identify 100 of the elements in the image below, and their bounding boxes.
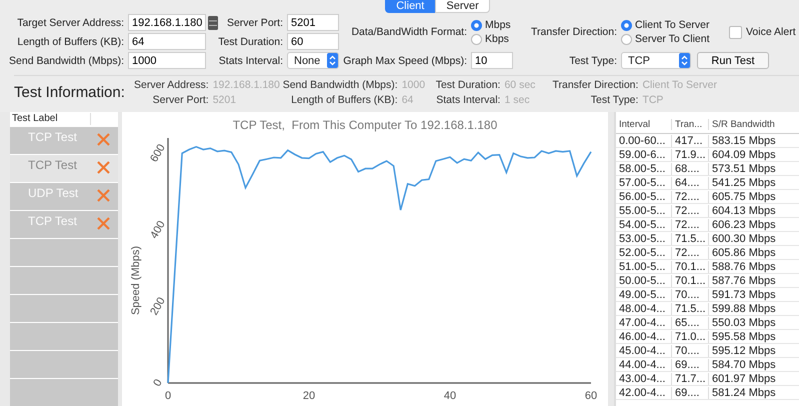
input-field[interactable]: 10 (471, 52, 513, 69)
chevron-icon (328, 54, 337, 67)
field-label: Data/BandWidth Format: (351, 26, 467, 38)
table-cell: 70.1... (672, 274, 709, 286)
table-cell: 71.5... (672, 232, 709, 244)
table-cell: 69.... (672, 358, 709, 370)
table-cell-text: 601.97 Mbps (711, 372, 777, 384)
table-cell-text: 591.73 Mbps (711, 288, 777, 300)
table-cell: 52.00-5... (616, 246, 672, 258)
table-cell-text: 600.30 Mbps (711, 232, 777, 244)
table-cell: 48.00-4... (616, 302, 672, 314)
table-cell: 55.00-5... (616, 204, 672, 216)
table-cell: 42.00-4... (616, 386, 672, 398)
table-cell: 71.9... (672, 148, 709, 160)
info-value: 192.168.1.180 (212, 79, 279, 91)
input-field[interactable]: 5201 (287, 14, 339, 31)
axis-title: Speed (Mbps) (130, 246, 142, 316)
delete-icon[interactable] (97, 216, 110, 230)
chart-title: TCP Test, From This Computer To 192.168.1.180 (232, 118, 498, 132)
table-cell-text: 541.25 Mbps (711, 176, 777, 188)
axis-tick-label: 200 (148, 296, 168, 318)
radio-button[interactable] (471, 20, 482, 30)
table-cell-text: 605.75 Mbps (711, 190, 777, 202)
input-field[interactable]: 64 (128, 33, 206, 50)
table-cell-text: 599.88 Mbps (711, 302, 777, 314)
table-cell: 56.00-5... (616, 190, 672, 202)
table-cell: 57.00-5... (616, 176, 672, 188)
table-cell: 50.00-5... (616, 274, 672, 286)
table-cell: 53.00-5... (616, 232, 672, 244)
table-cell: 58.00-5... (616, 162, 672, 174)
table-cell: 71.0... (672, 330, 709, 342)
delete-icon[interactable] (97, 188, 110, 202)
table-cell-text: 583.15 Mbps (711, 134, 777, 146)
table-cell: 70.1... (672, 260, 709, 272)
info-label: Transfer Direction: (552, 79, 638, 91)
radio-label[interactable]: Client To Server (635, 19, 710, 31)
info-label: Server Port: (152, 94, 209, 106)
radio-button[interactable] (621, 20, 632, 30)
input-field[interactable]: 192.168.1.180 (128, 14, 206, 31)
table-cell: 70.... (672, 344, 709, 356)
checkbox-label[interactable]: Voice Alert (746, 26, 796, 38)
radio-button[interactable] (471, 34, 482, 44)
field-label: Length of Buffers (KB): (17, 36, 124, 48)
info-label: Test Type: (590, 94, 638, 106)
radio-label[interactable]: Mbps (485, 19, 511, 31)
table-cell: 54.00-5... (616, 218, 672, 230)
input-field[interactable]: 1000 (128, 52, 206, 69)
column-header[interactable]: S/R Bandwidth (709, 119, 799, 130)
mode-tab[interactable]: Client (385, 0, 436, 13)
table-cell: 43.00-4... (616, 372, 672, 384)
table-cell: 72.... (672, 204, 709, 216)
table-cell-text: 605.86 Mbps (711, 246, 777, 258)
field-label: Transfer Direction: (531, 26, 617, 38)
table-cell-text: 584.70 Mbps (711, 358, 777, 370)
delete-icon[interactable] (97, 132, 110, 146)
table-cell: 72.... (672, 190, 709, 202)
checkbox[interactable] (729, 26, 742, 38)
table-cell-text: 595.12 Mbps (711, 344, 777, 356)
axis-tick-label: 60 (584, 390, 598, 402)
info-label: Stats Interval: (436, 94, 500, 106)
table-cell: 0.00-60... (616, 134, 672, 146)
axis-tick-label: 600 (148, 142, 168, 164)
table-cell: 417... (672, 134, 709, 146)
axis-tick-label: 20 (302, 390, 316, 402)
info-value: 1000 (402, 79, 426, 91)
mode-tab[interactable]: Server (435, 0, 490, 13)
info-value: 60 sec (504, 79, 536, 91)
info-label: Send Bandwidth (Mbps): (282, 79, 398, 91)
axis-tick-label: 400 (148, 218, 168, 241)
field-label: Test Duration: (218, 36, 283, 48)
dropdown[interactable]: TCP (621, 52, 691, 69)
delete-icon[interactable] (97, 160, 110, 174)
field-label: Server Port: (226, 16, 283, 28)
radio-label[interactable]: Server To Client (635, 33, 710, 45)
test-label: TCP Test (28, 158, 77, 172)
section-title: Test Information: (14, 84, 126, 101)
table-cell: 70.... (672, 288, 709, 300)
field-label: Stats Interval: (218, 54, 283, 66)
table-cell-text: 587.76 Mbps (711, 274, 777, 286)
table-cell: 59.00-6... (616, 148, 672, 160)
info-value: TCP (642, 94, 664, 106)
column-header[interactable]: Tran... (672, 119, 709, 130)
run-test-button[interactable]: Run Test (697, 52, 769, 69)
input-field[interactable]: 60 (287, 33, 339, 50)
server-icon (208, 16, 218, 30)
info-value: 5201 (212, 94, 238, 106)
dropdown[interactable]: None (287, 52, 339, 69)
table-cell-text: 588.76 Mbps (711, 260, 777, 272)
radio-label[interactable]: Kbps (485, 33, 509, 45)
table-cell: 44.00-4... (616, 358, 672, 370)
radio-button[interactable] (621, 34, 632, 44)
table-cell-text: 550.03 Mbps (711, 316, 777, 328)
info-value: Client To Server (642, 79, 717, 91)
table-cell: 64.... (672, 176, 709, 188)
field-label: Send Bandwidth (Mbps): (9, 54, 124, 66)
column-header[interactable]: Interval (616, 119, 672, 130)
table-cell-text: 595.58 Mbps (711, 330, 777, 342)
table-cell-text: 581.24 Mbps (711, 386, 777, 398)
table-cell: 72.... (672, 246, 709, 258)
field-label: Target Server Address: (17, 16, 124, 28)
